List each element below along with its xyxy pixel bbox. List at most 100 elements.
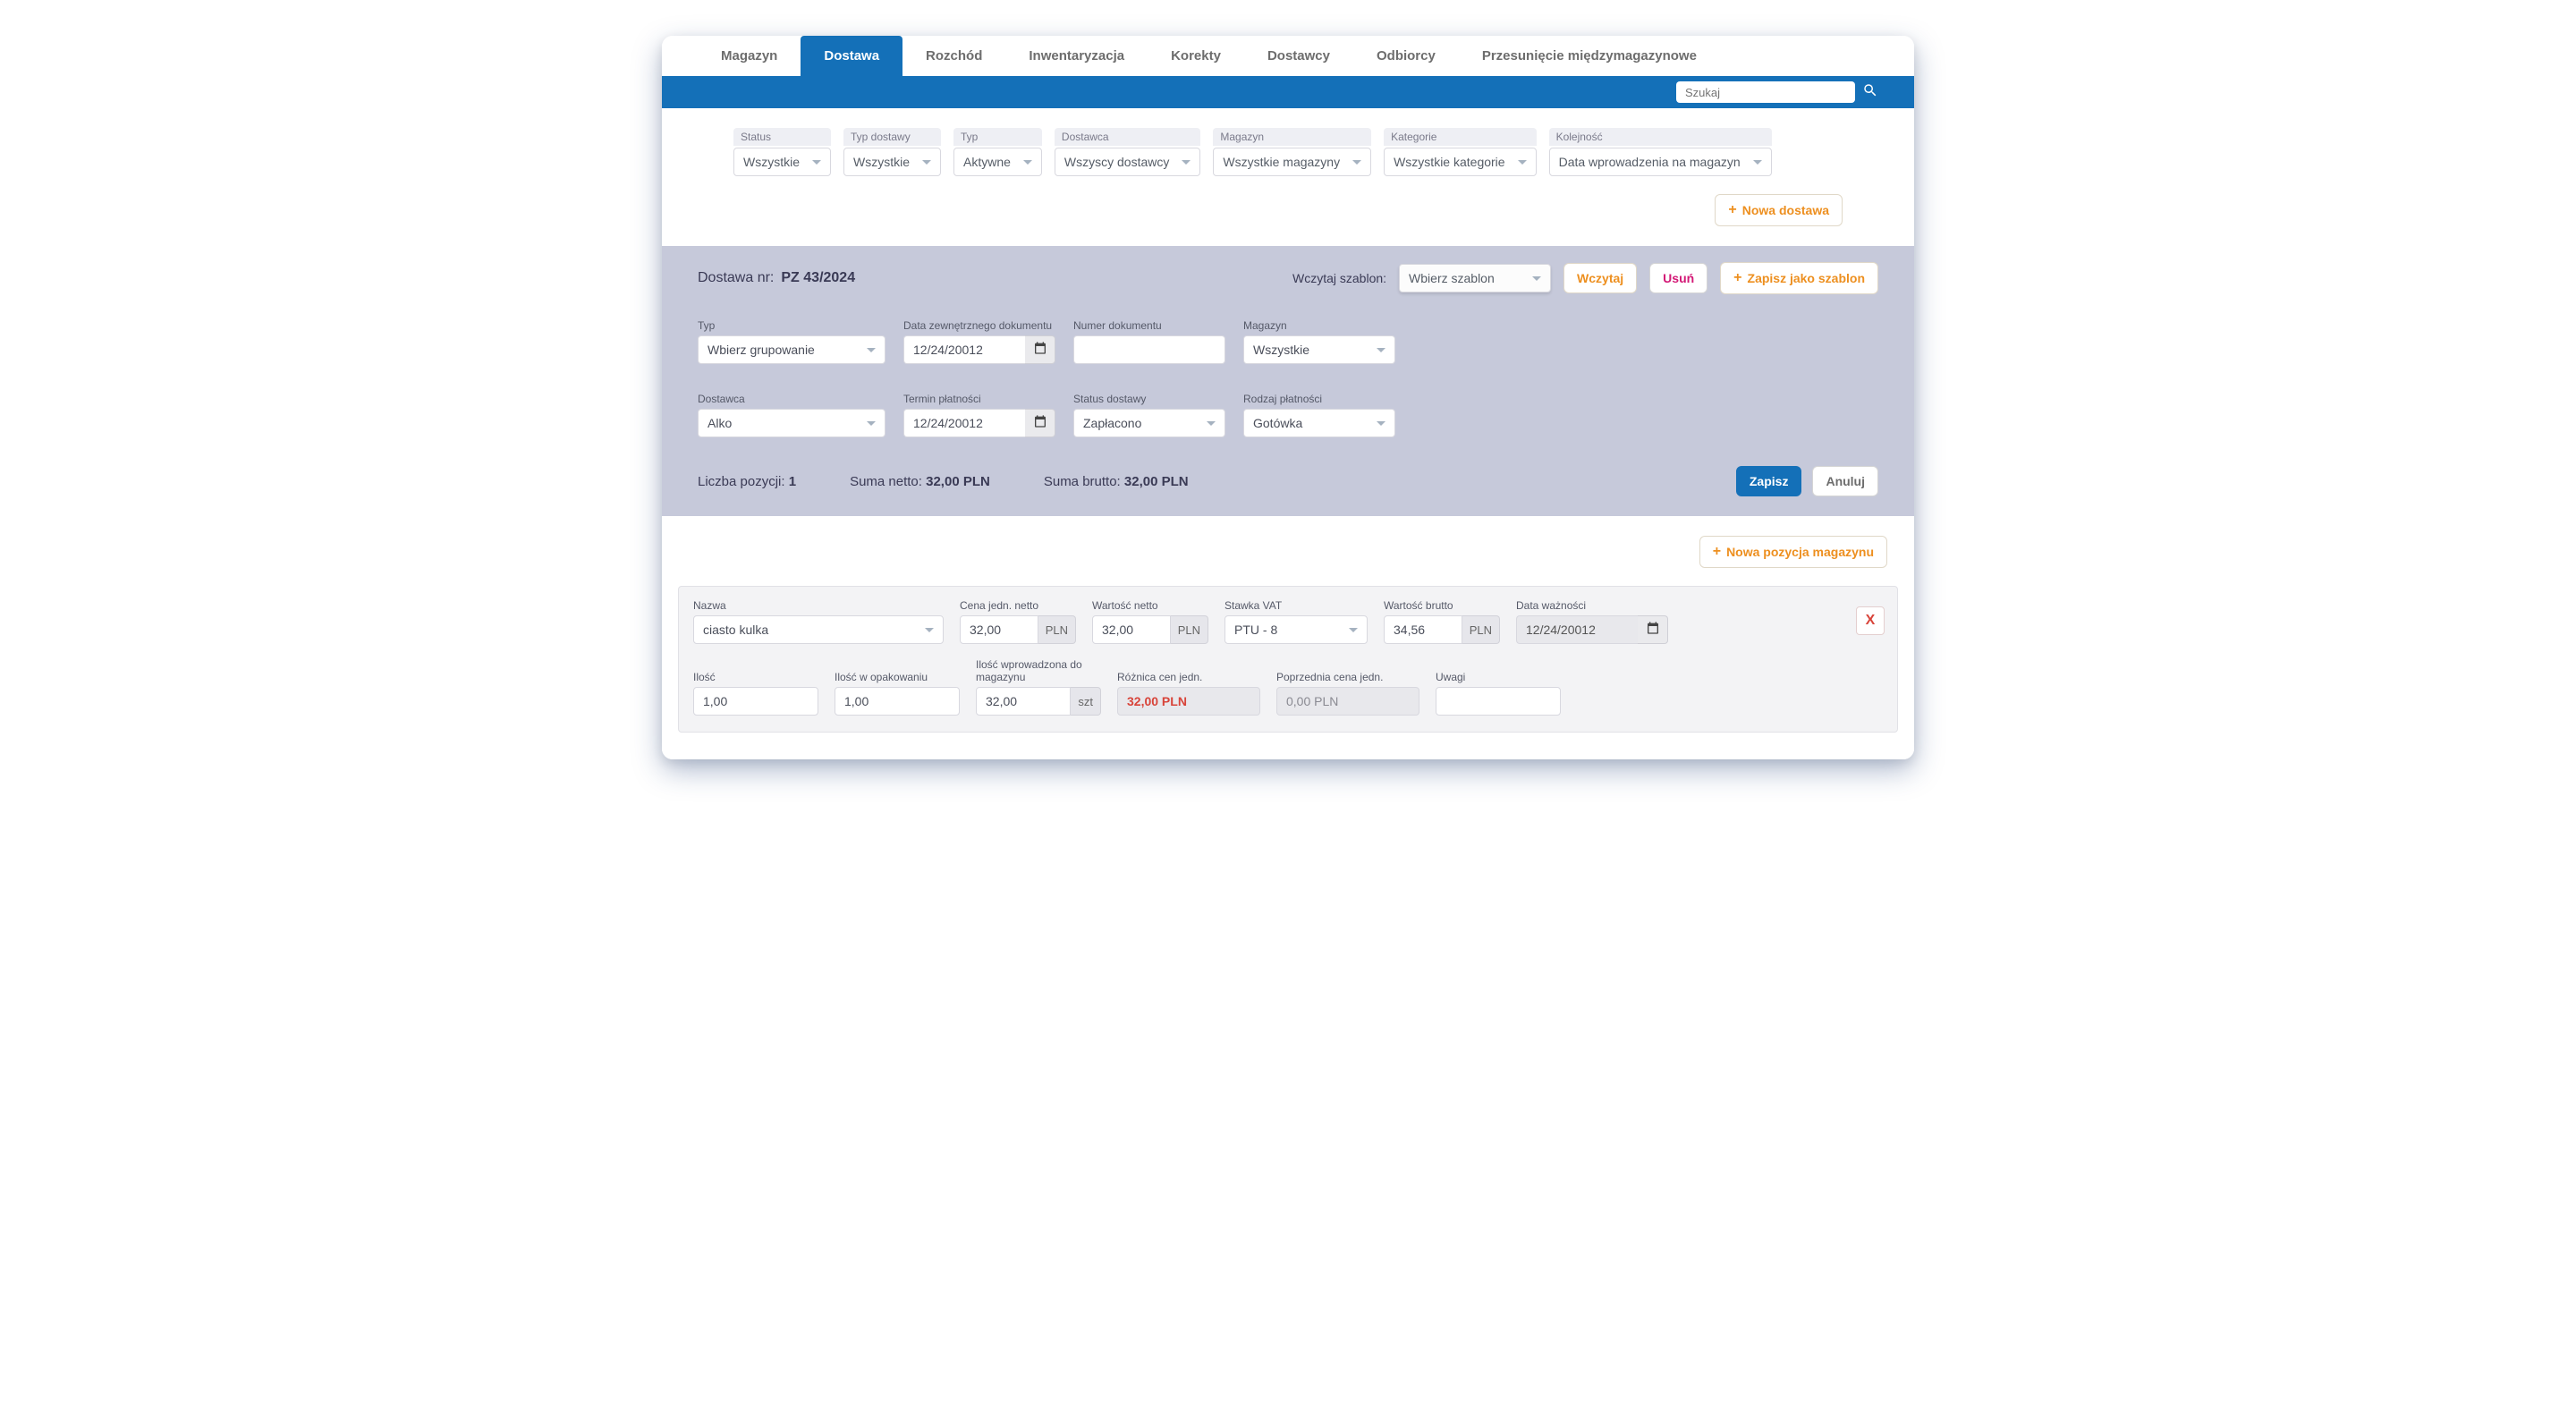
tab-rozchod[interactable]: Rozchód [902, 36, 1005, 76]
summary-brutto: Suma brutto: 32,00 PLN [1044, 474, 1189, 489]
tab-odbiorcy[interactable]: Odbiorcy [1353, 36, 1459, 76]
item-gross[interactable]: 34,56 [1384, 615, 1462, 644]
summary-count: Liczba pozycji: 1 [698, 474, 796, 489]
filter-dostawca-label: Dostawca [1055, 128, 1200, 146]
delete-template-button[interactable]: Usuń [1649, 263, 1707, 293]
filter-status[interactable]: Wszystkie [733, 148, 831, 176]
field-delivery-status[interactable]: Zapłacono [1073, 409, 1225, 437]
calendar-icon [1033, 414, 1047, 433]
tab-bar: Magazyn Dostawa Rozchód Inwentaryzacja K… [662, 36, 1914, 76]
filter-dostawca[interactable]: Wszyscy dostawcy [1055, 148, 1200, 176]
chevron-down-icon [867, 421, 876, 426]
filter-kolejnosc[interactable]: Data wprowadzenia na magazyn [1549, 148, 1772, 176]
save-template-button[interactable]: +Zapisz jako szablon [1720, 262, 1878, 294]
tab-dostawcy[interactable]: Dostawcy [1244, 36, 1353, 76]
filter-typdostawy-label: Typ dostawy [843, 128, 941, 146]
chevron-down-icon [1023, 160, 1032, 165]
document-title: Dostawa nr: PZ 43/2024 [698, 270, 855, 286]
plus-icon: + [1728, 202, 1736, 218]
search-bar [662, 76, 1914, 108]
chevron-down-icon [867, 348, 876, 352]
field-due-label: Termin płatności [903, 393, 1055, 405]
item-name[interactable]: ciasto kulka [693, 615, 944, 644]
calendar-button[interactable] [1025, 335, 1055, 364]
field-status-label: Status dostawy [1073, 393, 1225, 405]
cancel-button[interactable]: Anuluj [1812, 466, 1878, 496]
tab-korekty[interactable]: Korekty [1148, 36, 1244, 76]
tab-dostawa[interactable]: Dostawa [801, 36, 902, 76]
template-select[interactable]: Wbierz szablon [1399, 264, 1551, 292]
filter-typ-label: Typ [953, 128, 1042, 146]
filter-kategorie-label: Kategorie [1384, 128, 1536, 146]
filter-magazyn[interactable]: Wszystkie magazyny [1213, 148, 1371, 176]
unit-label: szt [1071, 687, 1101, 716]
chevron-down-icon [1753, 160, 1762, 165]
field-due-date[interactable]: 12/24/20012 [903, 409, 1025, 437]
summary-netto: Suma netto: 32,00 PLN [850, 474, 990, 489]
field-supplier[interactable]: Alko [698, 409, 886, 437]
item-notes-label: Uwagi [1436, 671, 1561, 683]
new-delivery-button[interactable]: +Nowa dostawa [1715, 194, 1843, 226]
currency-label: PLN [1171, 615, 1208, 644]
item-packqty[interactable]: 1,00 [835, 687, 960, 716]
chevron-down-icon [1377, 348, 1385, 352]
field-payment-type[interactable]: Gotówka [1243, 409, 1395, 437]
chevron-down-icon [1207, 421, 1216, 426]
item-unitprice-label: Cena jedn. netto [960, 599, 1076, 612]
item-expiry-label: Data ważności [1516, 599, 1668, 612]
delete-item-button[interactable]: X [1856, 606, 1885, 635]
chevron-down-icon [1182, 160, 1191, 165]
app-frame: Magazyn Dostawa Rozchód Inwentaryzacja K… [662, 36, 1914, 759]
field-docnum[interactable] [1073, 335, 1225, 364]
item-notes[interactable] [1436, 687, 1561, 716]
save-button[interactable]: Zapisz [1736, 466, 1802, 496]
item-diff: 32,00 PLN [1117, 687, 1260, 716]
filter-typdostawy[interactable]: Wszystkie [843, 148, 941, 176]
chevron-down-icon [812, 160, 821, 165]
search-input[interactable] [1676, 81, 1855, 103]
filter-magazyn-label: Magazyn [1213, 128, 1371, 146]
item-qty[interactable]: 1,00 [693, 687, 818, 716]
calendar-icon [1033, 341, 1047, 360]
item-expiry[interactable]: 12/24/20012 [1516, 615, 1638, 644]
item-netvalue[interactable]: 32,00 [1092, 615, 1171, 644]
new-item-button[interactable]: +Nowa pozycja magazynu [1699, 536, 1887, 568]
field-supplier-label: Dostawca [698, 393, 886, 405]
items-section: +Nowa pozycja magazynu X Nazwa ciasto ku… [662, 516, 1914, 759]
new-delivery-row: +Nowa dostawa [662, 194, 1914, 246]
chevron-down-icon [925, 628, 934, 632]
chevron-down-icon [1518, 160, 1527, 165]
item-qty-label: Ilość [693, 671, 818, 683]
field-external-date[interactable]: 12/24/20012 [903, 335, 1025, 364]
filter-kolejnosc-label: Kolejność [1549, 128, 1772, 146]
calendar-button[interactable] [1025, 409, 1055, 437]
plus-icon: + [1713, 544, 1721, 560]
filter-status-label: Status [733, 128, 831, 146]
item-packqty-label: Ilość w opakowaniu [835, 671, 960, 683]
item-vat-label: Stawka VAT [1224, 599, 1368, 612]
field-magazyn[interactable]: Wszystkie [1243, 335, 1395, 364]
template-label: Wczytaj szablon: [1292, 271, 1386, 285]
tab-magazyn[interactable]: Magazyn [698, 36, 801, 76]
field-docnum-label: Numer dokumentu [1073, 319, 1225, 332]
filters-bar: Status Wszystkie Typ dostawy Wszystkie T… [662, 108, 1914, 194]
field-payment-label: Rodzaj płatności [1243, 393, 1395, 405]
item-stockqty-label: Ilość wprowadzona do magazynu [976, 658, 1092, 683]
calendar-icon [1646, 621, 1660, 640]
field-data-label: Data zewnętrznego dokumentu [903, 319, 1055, 332]
currency-label: PLN [1462, 615, 1500, 644]
filter-kategorie[interactable]: Wszystkie kategorie [1384, 148, 1536, 176]
search-icon[interactable] [1862, 82, 1878, 103]
item-vat[interactable]: PTU - 8 [1224, 615, 1368, 644]
item-unitprice[interactable]: 32,00 [960, 615, 1038, 644]
tab-inwentaryzacja[interactable]: Inwentaryzacja [1005, 36, 1148, 76]
summary-row: Liczba pozycji: 1 Suma netto: 32,00 PLN … [662, 457, 1914, 516]
item-stockqty[interactable]: 32,00 [976, 687, 1071, 716]
tab-przesuniecie[interactable]: Przesunięcie międzymagazynowe [1459, 36, 1720, 76]
load-template-button[interactable]: Wczytaj [1563, 263, 1637, 293]
chevron-down-icon [1352, 160, 1361, 165]
field-typ[interactable]: Wbierz grupowanie [698, 335, 886, 364]
filter-typ[interactable]: Aktywne [953, 148, 1042, 176]
calendar-button[interactable] [1638, 615, 1668, 644]
chevron-down-icon [1532, 276, 1541, 281]
